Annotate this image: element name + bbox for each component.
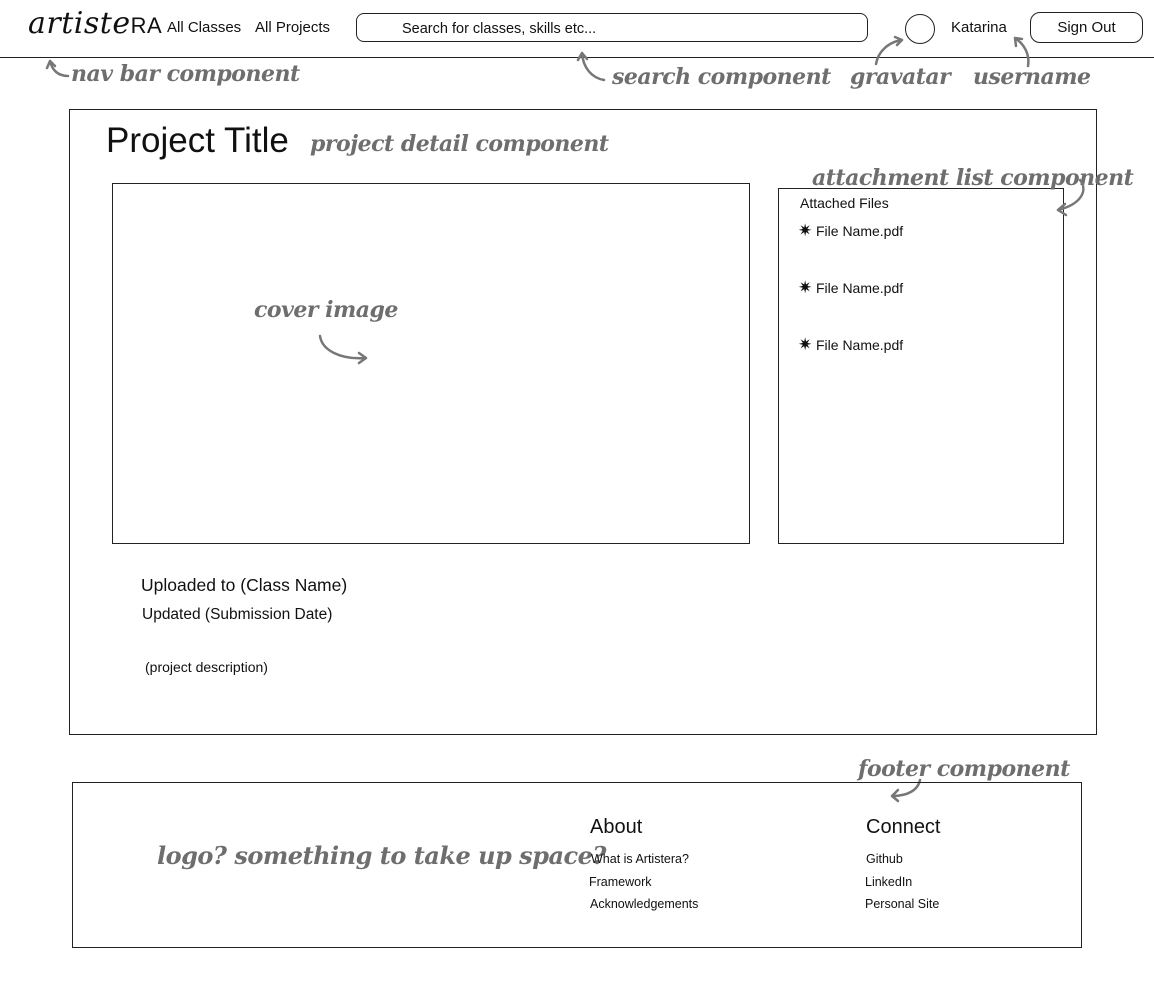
nav-link-all-projects[interactable]: All Projects [255, 19, 330, 36]
starburst-icon: ✷ [798, 278, 813, 297]
footer-link-framework[interactable]: Framework [589, 875, 652, 889]
logo-suffix: RA [130, 13, 163, 38]
attachment-list [778, 188, 1064, 544]
annotation-nav-bar: nav bar component [71, 61, 300, 87]
project-description: (project description) [145, 659, 268, 675]
logo[interactable]: artisteRA [28, 6, 162, 41]
starburst-icon: ✷ [798, 221, 813, 240]
logo-text: artiste [28, 6, 131, 41]
footer-link-personal-site[interactable]: Personal Site [865, 897, 939, 911]
footer-link-linkedin[interactable]: LinkedIn [865, 875, 912, 889]
attachment-file-name: File Name.pdf [816, 337, 904, 353]
nav-link-all-classes[interactable]: All Classes [167, 19, 241, 36]
annotation-arrow-icon [318, 334, 368, 365]
annotation-search: search component [612, 64, 831, 90]
attachment-file-name: File Name.pdf [816, 280, 904, 296]
search-input[interactable] [400, 14, 844, 43]
attachment-file[interactable]: ✷ File Name.pdf [798, 221, 904, 240]
search-bar[interactable] [356, 13, 868, 43]
updated-date: Updated (Submission Date) [142, 606, 333, 623]
annotation-username: username [973, 64, 1091, 90]
annotation-gravatar: gravatar [850, 64, 951, 90]
attachment-file[interactable]: ✷ File Name.pdf [798, 278, 904, 297]
annotation-footer-logo: logo? something to take up space? [157, 841, 606, 870]
starburst-icon: ✷ [798, 335, 813, 354]
username[interactable]: Katarina [951, 19, 1007, 36]
uploaded-to-class: Uploaded to (Class Name) [141, 575, 348, 595]
annotation-project-detail: project detail component [310, 131, 609, 157]
footer-link-acknowledgements[interactable]: Acknowledgements [590, 897, 698, 911]
annotation-arrow-icon [1056, 178, 1085, 217]
attachment-file[interactable]: ✷ File Name.pdf [798, 335, 904, 354]
attachment-file-name: File Name.pdf [816, 223, 904, 239]
footer-link-what-is-artistera[interactable]: What is Artistera? [591, 852, 689, 866]
sign-out-button[interactable]: Sign Out [1030, 12, 1143, 43]
footer-connect-heading: Connect [866, 816, 941, 838]
annotation-arrow-icon [45, 59, 70, 78]
project-title: Project Title [106, 121, 289, 160]
annotation-cover-image: cover image [254, 297, 398, 323]
annotation-arrow-icon [874, 35, 904, 66]
annotation-arrow-icon [576, 51, 606, 82]
footer-link-github[interactable]: Github [866, 852, 903, 866]
footer-about-heading: About [590, 816, 643, 838]
cover-image[interactable] [112, 183, 750, 544]
attachment-list-title: Attached Files [800, 195, 889, 211]
